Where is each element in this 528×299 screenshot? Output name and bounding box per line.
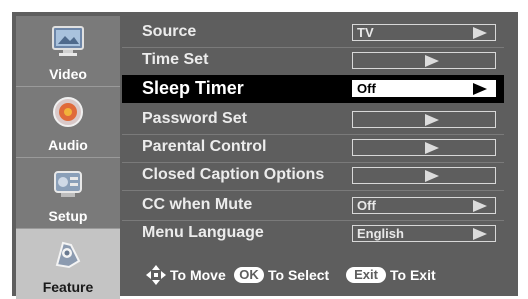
value-box[interactable]: Off <box>352 80 496 97</box>
select-hint: To Select <box>268 267 330 283</box>
sidebar-item-video[interactable]: Video <box>16 16 120 86</box>
value-box[interactable]: English <box>352 225 496 242</box>
arrow-right-icon <box>425 170 439 182</box>
menu-item-label: Closed Caption Options <box>142 166 325 183</box>
exit-hint: To Exit <box>390 267 436 283</box>
sidebar-item-label: Audio <box>48 137 88 153</box>
menu-item-label: Source <box>142 23 197 40</box>
audio-icon <box>53 97 83 127</box>
menu-item-label: Password Set <box>142 110 247 127</box>
value-box[interactable] <box>352 167 496 184</box>
sidebar-item-label: Video <box>49 66 87 82</box>
value-text: English <box>357 226 404 241</box>
exit-key-badge: Exit <box>346 267 386 283</box>
menu-item-time-set[interactable]: Time Set <box>122 47 504 76</box>
ok-key-badge: OK <box>234 267 264 283</box>
menu-item-parental-control[interactable]: Parental Control <box>122 134 504 163</box>
menu-item-menu-language[interactable]: Menu Language English <box>122 220 504 248</box>
arrow-right-icon <box>473 27 487 39</box>
sidebar-item-feature[interactable]: Feature <box>16 229 120 299</box>
arrow-right-icon <box>473 83 487 95</box>
arrow-right-icon <box>473 200 487 212</box>
sidebar-item-label: Feature <box>42 279 94 295</box>
footer-hint: To Move OK To Select Exit To Exit <box>122 262 514 288</box>
divider <box>122 190 504 191</box>
menu-item-label: CC when Mute <box>142 196 253 213</box>
value-box[interactable] <box>352 111 496 128</box>
value-box[interactable]: Off <box>352 197 496 214</box>
arrow-right-icon <box>473 228 487 240</box>
value-box[interactable]: TV <box>352 24 496 41</box>
value-box[interactable] <box>352 139 496 156</box>
setup-icon <box>54 171 82 197</box>
dpad-arrows-icon <box>146 265 166 285</box>
menu-item-label: Parental Control <box>142 138 267 155</box>
feature-icon <box>55 241 81 269</box>
sidebar: Video Audio Setup Feature <box>16 16 120 299</box>
menu-list: Source TV Time Set Sleep Timer Off Passw… <box>122 16 514 274</box>
menu-item-closed-caption-options[interactable]: Closed Caption Options <box>122 162 504 191</box>
sidebar-item-setup[interactable]: Setup <box>16 158 120 228</box>
menu-item-source[interactable]: Source TV <box>122 19 504 48</box>
arrow-right-icon <box>425 55 439 67</box>
menu-item-password-set[interactable]: Password Set <box>122 106 504 135</box>
menu-item-label: Sleep Timer <box>142 78 244 98</box>
value-text: TV <box>357 25 374 40</box>
sidebar-item-audio[interactable]: Audio <box>16 87 120 157</box>
menu-item-label: Menu Language <box>142 224 264 241</box>
value-text: Off <box>357 198 376 213</box>
sidebar-item-label: Setup <box>48 208 88 224</box>
arrow-right-icon <box>425 142 439 154</box>
video-icon <box>52 26 84 56</box>
menu-item-sleep-timer[interactable]: Sleep Timer Off <box>122 75 504 103</box>
arrow-right-icon <box>425 114 439 126</box>
value-box[interactable] <box>352 52 496 69</box>
move-hint: To Move <box>170 267 226 283</box>
value-text: Off <box>357 81 376 96</box>
menu-item-label: Time Set <box>142 51 209 68</box>
menu-item-cc-when-mute[interactable]: CC when Mute Off <box>122 192 504 221</box>
